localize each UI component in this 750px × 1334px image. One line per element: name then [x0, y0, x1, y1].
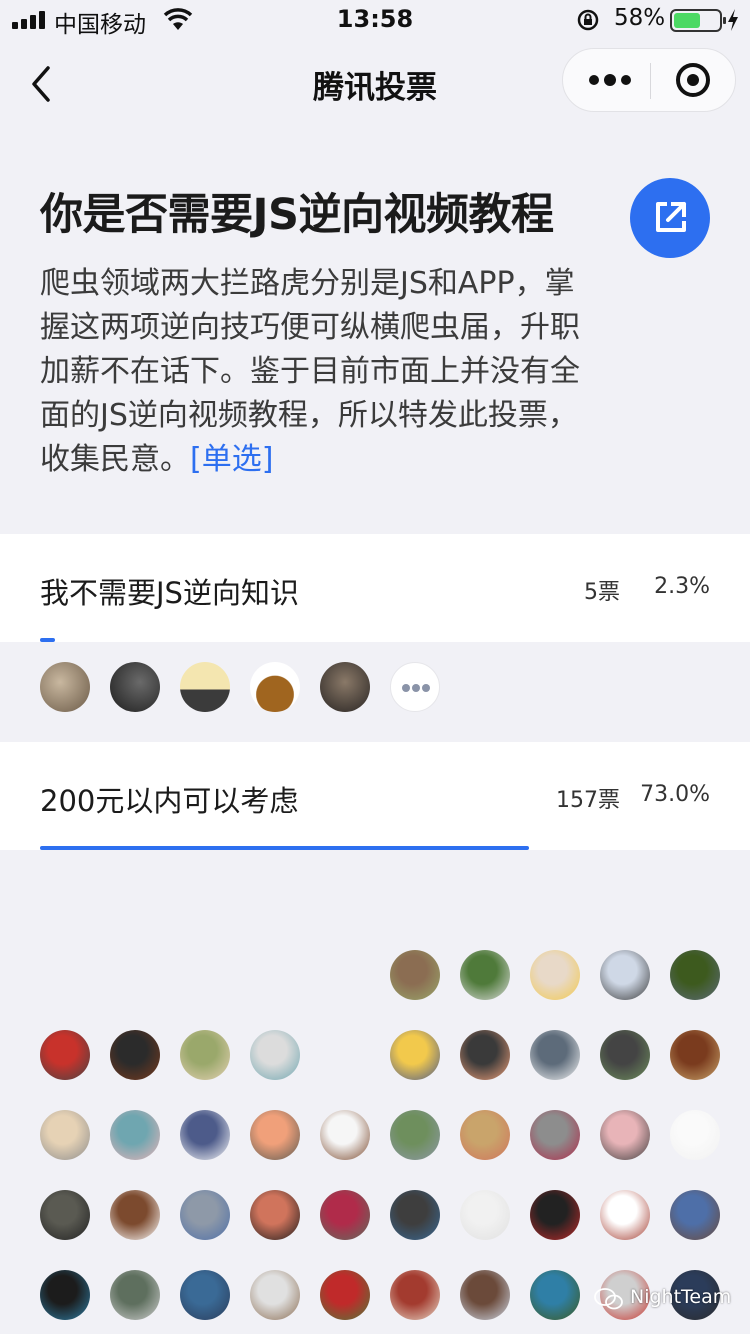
- voter-avatar[interactable]: [180, 1110, 230, 1160]
- charging-icon: [728, 9, 738, 31]
- option-percent: 73.0%: [640, 782, 710, 807]
- voter-avatar[interactable]: [320, 1110, 370, 1160]
- voter-avatar[interactable]: [320, 1190, 370, 1240]
- option-progress-bar: [40, 846, 530, 850]
- nav-bar: 腾讯投票: [0, 40, 750, 128]
- poll-option-2[interactable]: 200元以内可以考虑 157票 73.0%: [0, 742, 750, 850]
- voter-avatar[interactable]: [530, 1270, 580, 1320]
- voter-avatar[interactable]: [670, 1110, 720, 1160]
- option-progress-bar: [40, 638, 56, 642]
- rotation-lock-icon: [577, 9, 599, 31]
- voter-avatar[interactable]: [40, 1190, 90, 1240]
- voter-avatar[interactable]: [40, 1270, 90, 1320]
- voter-avatar[interactable]: [600, 1110, 650, 1160]
- voter-avatar[interactable]: [250, 1110, 300, 1160]
- voter-avatar[interactable]: [40, 1030, 90, 1080]
- voter-avatar[interactable]: [110, 1190, 160, 1240]
- watermark-text: NightTeam: [630, 1286, 732, 1308]
- voter-avatar[interactable]: [670, 1190, 720, 1240]
- description-text: 爬虫领域两大拦路虎分别是JS和APP，掌握这两项逆向技巧便可纵横爬虫届，升职加薪…: [40, 266, 580, 477]
- voter-avatar[interactable]: [180, 1190, 230, 1240]
- voter-avatar[interactable]: [40, 662, 90, 712]
- voter-avatar[interactable]: [180, 1030, 230, 1080]
- option-votes: 5票: [584, 580, 620, 605]
- voter-avatar[interactable]: [600, 1030, 650, 1080]
- voter-avatar[interactable]: [180, 662, 230, 712]
- voter-avatar[interactable]: [250, 662, 300, 712]
- option-label: 我不需要JS逆向知识: [40, 576, 299, 610]
- voter-avatar[interactable]: [250, 1270, 300, 1320]
- option-votes: 157票: [556, 788, 620, 813]
- more-voters-button[interactable]: [390, 662, 440, 712]
- status-bar: 中国移动 13:58 58%: [0, 0, 750, 40]
- voter-avatar[interactable]: [110, 1110, 160, 1160]
- voter-avatar[interactable]: [600, 1190, 650, 1240]
- voter-avatar[interactable]: [460, 1110, 510, 1160]
- voter-avatar[interactable]: [40, 1110, 90, 1160]
- share-icon: [656, 202, 686, 232]
- voter-avatar[interactable]: [670, 1030, 720, 1080]
- voter-avatar[interactable]: [250, 1030, 300, 1080]
- voter-avatar[interactable]: [460, 950, 510, 1000]
- voter-avatar[interactable]: [460, 1190, 510, 1240]
- battery-icon: [670, 9, 726, 32]
- voter-avatar[interactable]: [390, 950, 440, 1000]
- option-label: 200元以内可以考虑: [40, 784, 299, 818]
- voter-avatar[interactable]: [530, 1030, 580, 1080]
- voter-avatar[interactable]: [670, 950, 720, 1000]
- voter-avatar[interactable]: [390, 1030, 440, 1080]
- voter-avatar[interactable]: [390, 1110, 440, 1160]
- voter-avatar[interactable]: [320, 1270, 370, 1320]
- voter-avatar[interactable]: [530, 950, 580, 1000]
- voter-avatar[interactable]: [180, 1270, 230, 1320]
- battery-percent: 58%: [614, 5, 666, 31]
- voter-avatar[interactable]: [530, 1190, 580, 1240]
- voter-avatar[interactable]: [530, 1110, 580, 1160]
- voter-avatar[interactable]: [600, 950, 650, 1000]
- voter-avatar[interactable]: [390, 1270, 440, 1320]
- voter-avatar[interactable]: [390, 1190, 440, 1240]
- voter-avatar[interactable]: [460, 1270, 510, 1320]
- poll-description: 爬虫领域两大拦路虎分别是JS和APP，掌握这两项逆向技巧便可纵横爬虫届，升职加薪…: [40, 262, 600, 482]
- voter-avatar[interactable]: [110, 1270, 160, 1320]
- voter-avatar[interactable]: [460, 1030, 510, 1080]
- poll-option-1[interactable]: 我不需要JS逆向知识 5票 2.3%: [0, 534, 750, 642]
- voter-avatar[interactable]: [250, 1190, 300, 1240]
- option-percent: 2.3%: [654, 574, 710, 599]
- share-button[interactable]: [630, 178, 710, 258]
- miniprogram-capsule: [562, 48, 736, 112]
- voter-avatar[interactable]: [110, 662, 160, 712]
- voter-avatar[interactable]: [320, 662, 370, 712]
- more-icon[interactable]: [585, 63, 633, 97]
- poll-type-tag: [单选]: [190, 442, 274, 477]
- wechat-icon: [594, 1288, 623, 1310]
- close-miniprogram-icon[interactable]: [676, 63, 710, 97]
- voter-avatar[interactable]: [110, 1030, 160, 1080]
- poll-title: 你是否需要JS逆向视频教程: [40, 190, 554, 240]
